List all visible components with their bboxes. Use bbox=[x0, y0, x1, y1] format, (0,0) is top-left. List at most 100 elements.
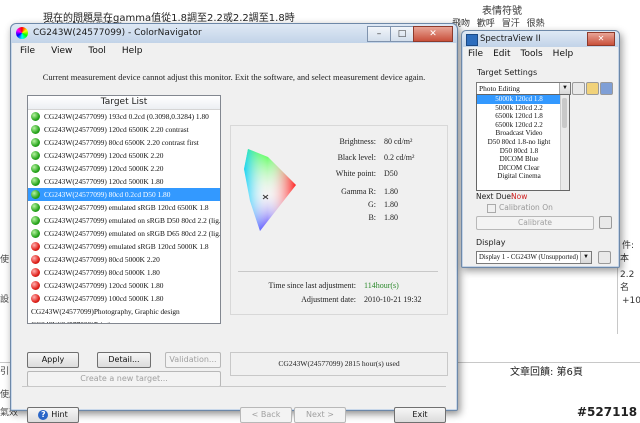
dropdown-item[interactable]: 5000k 120cd 2.2 bbox=[477, 104, 561, 113]
calibration-on-checkbox[interactable]: Calibration On bbox=[487, 203, 553, 213]
target-list-item[interactable]: CG243W(24577099) 193cd 0.2cd (0.3098,0.3… bbox=[28, 110, 220, 123]
back-button[interactable]: < Back bbox=[240, 407, 292, 423]
status-ok-icon bbox=[31, 203, 40, 212]
detail-button[interactable]: Detail... bbox=[97, 352, 151, 368]
sv-menu-help[interactable]: Help bbox=[548, 49, 579, 59]
chevron-down-icon[interactable]: ▼ bbox=[580, 252, 591, 263]
target-dropdown-list[interactable]: 5000k 120cd 1.8 5000k 120cd 2.2 6500k 120c… bbox=[476, 94, 570, 191]
dropdown-item[interactable]: D50 80cd 1.8-no light bbox=[477, 138, 561, 147]
target-list-item[interactable]: CG243W(24577099) emulated sRGB 120cd 650… bbox=[28, 201, 220, 214]
target-list-item[interactable]: CG243W(24577099) 100cd 5000K 1.80 bbox=[28, 292, 220, 305]
dropdown-item[interactable]: D50 80cd 1.8 bbox=[477, 147, 561, 156]
target-list-item[interactable]: CG243W(24577099) 120cd 5000K 1.80 bbox=[28, 175, 220, 188]
target-list-item[interactable]: CG243W(24577099) 120cd 5000K 2.20 bbox=[28, 162, 220, 175]
sv-close-button[interactable]: ✕ bbox=[587, 32, 615, 46]
display-value: Display 1 - CG243W (Unsupported) bbox=[479, 254, 579, 261]
validation-button[interactable]: Validation... bbox=[165, 352, 221, 368]
status-error-icon bbox=[31, 268, 40, 277]
display-combo[interactable]: Display 1 - CG243W (Unsupported) ▼ bbox=[476, 251, 592, 264]
hint-button[interactable]: ? Hint bbox=[27, 407, 79, 423]
dropdown-item[interactable]: DICOM Clear bbox=[477, 164, 561, 173]
adjustment-date-value: 2010-10-21 19:32 bbox=[364, 295, 422, 304]
sv-menu-tools[interactable]: Tools bbox=[516, 49, 548, 59]
brightness-value: 80 cd/m² bbox=[384, 137, 413, 146]
chapter-feedback: 文章回饋: 第6頁 bbox=[510, 367, 583, 378]
status-ok-icon bbox=[31, 125, 40, 134]
checkbox-box[interactable] bbox=[487, 203, 496, 213]
target-list-item-label: CG243W(24577099) emulated sRGB 120cd 650… bbox=[44, 203, 209, 212]
calibrate-settings-icon[interactable] bbox=[599, 216, 612, 229]
target-list-item[interactable]: CG243W(24577099)Photography, Graphic des… bbox=[28, 305, 220, 318]
target-list-item[interactable]: CG243W(24577099) 120cd 6500K 2.20 bbox=[28, 149, 220, 162]
dropdown-scroll-thumb[interactable] bbox=[562, 98, 567, 128]
target-list-item[interactable]: CG243W(24577099)Printing bbox=[28, 318, 220, 323]
status-ok-icon bbox=[31, 190, 40, 199]
display-label: Display bbox=[476, 238, 506, 247]
apply-button[interactable]: Apply bbox=[27, 352, 79, 368]
hint-label: Hint bbox=[51, 410, 68, 419]
menu-help[interactable]: Help bbox=[114, 46, 151, 56]
dropdown-item[interactable]: 5000k 120cd 1.8 bbox=[477, 95, 561, 104]
sv-menu-file[interactable]: File bbox=[463, 49, 488, 59]
target-list[interactable]: Target List CG243W(24577099) 193cd 0.2cd… bbox=[27, 95, 221, 324]
app-icon bbox=[16, 27, 28, 39]
menu-tool[interactable]: Tool bbox=[80, 46, 113, 56]
open-folder-icon[interactable] bbox=[586, 82, 599, 95]
status-ok-icon bbox=[31, 216, 40, 225]
maximize-button[interactable]: □ bbox=[390, 26, 414, 42]
title-bar[interactable]: CG243W(24577099) - ColorNavigator – □ ✕ bbox=[11, 24, 457, 43]
time-since-value: 114hour(s) bbox=[364, 281, 399, 290]
create-target-button[interactable]: Create a new target... bbox=[27, 371, 221, 387]
white-point-label: White point: bbox=[335, 169, 376, 178]
target-list-item[interactable]: CG243W(24577099) emulated sRGB 120cd 500… bbox=[28, 240, 220, 253]
sv-title-bar[interactable]: SpectraView II ✕ bbox=[462, 31, 619, 47]
target-list-item[interactable]: CG243W(24577099) 80cd 0.2cd D50 1.80 bbox=[28, 188, 220, 201]
dropdown-item[interactable]: 6500k 120cd 2.2 bbox=[477, 121, 561, 130]
exit-button[interactable]: Exit bbox=[394, 407, 446, 423]
next-button[interactable]: Next > bbox=[294, 407, 346, 423]
status-ok-icon bbox=[31, 229, 40, 238]
target-list-item[interactable]: CG243W(24577099) emulated on sRGB D50 80… bbox=[28, 214, 220, 227]
calibrate-button[interactable]: Calibrate bbox=[476, 216, 594, 230]
target-list-item-label: CG243W(24577099) 120cd 5000K 2.20 bbox=[44, 164, 164, 173]
colornavigator-window: CG243W(24577099) - ColorNavigator – □ ✕ … bbox=[10, 23, 458, 423]
target-list-item[interactable]: CG243W(24577099) 120cd 6500K 2.20 contra… bbox=[28, 123, 220, 136]
status-ok-icon bbox=[31, 164, 40, 173]
edit-target-icon[interactable] bbox=[572, 82, 585, 95]
time-since-label: Time since last adjustment: bbox=[268, 281, 356, 290]
forum-fragment: 使 bbox=[0, 255, 10, 265]
gamma-r-value: 1.80 bbox=[384, 187, 398, 196]
chevron-down-icon[interactable]: ▼ bbox=[559, 83, 570, 94]
target-list-item[interactable]: CG243W(24577099) 80cd 5000K 2.20 bbox=[28, 253, 220, 266]
gamma-b-label: B: bbox=[368, 213, 376, 222]
dropdown-scrollbar[interactable] bbox=[560, 95, 569, 190]
target-list-item-label: CG243W(24577099)Photography, Graphic des… bbox=[31, 307, 180, 316]
target-list-item-label: CG243W(24577099) emulated sRGB 120cd 500… bbox=[44, 242, 209, 251]
target-list-item[interactable]: CG243W(24577099) 80cd 6500K 2.20 contras… bbox=[28, 136, 220, 149]
emoticon-links[interactable]: 飛吻 歡呼 冒汗 很熱 bbox=[452, 16, 545, 29]
dropdown-item[interactable]: DICOM Blue bbox=[477, 155, 561, 164]
emoticon-header: 表情符號 bbox=[482, 6, 522, 17]
dropdown-item[interactable]: Broadcast Video bbox=[477, 129, 561, 138]
display-settings-icon[interactable] bbox=[598, 251, 611, 264]
target-list-item-label: CG243W(24577099) 80cd 5000K 1.80 bbox=[44, 268, 160, 277]
dropdown-item[interactable]: Digital Cinema bbox=[477, 172, 561, 181]
sv-menu-edit[interactable]: Edit bbox=[488, 49, 515, 59]
minimize-button[interactable]: – bbox=[367, 26, 391, 42]
target-list-item-label: CG243W(24577099) 193cd 0.2cd (0.3098,0.3… bbox=[44, 112, 209, 121]
target-list-item[interactable]: CG243W(24577099) emulated on sRGB D65 80… bbox=[28, 227, 220, 240]
menu-view[interactable]: View bbox=[43, 46, 80, 56]
dropdown-item[interactable]: 6500k 120cd 1.8 bbox=[477, 112, 561, 121]
window-controls: – □ ✕ bbox=[367, 26, 453, 42]
target-list-item[interactable]: CG243W(24577099) 80cd 5000K 1.80 bbox=[28, 266, 220, 279]
menu-file[interactable]: File bbox=[12, 46, 43, 56]
status-ok-icon bbox=[31, 177, 40, 186]
save-icon[interactable] bbox=[600, 82, 613, 95]
target-list-item[interactable]: CG243W(24577099) 120cd 5000K 1.80 bbox=[28, 279, 220, 292]
target-list-item-label: CG243W(24577099) 120cd 6500K 2.20 bbox=[44, 151, 164, 160]
sv-body: Target Settings Photo Editing ▼ 5000k 12… bbox=[463, 61, 618, 266]
target-list-item-label: CG243W(24577099) emulated on sRGB D50 80… bbox=[44, 216, 221, 225]
spectraview-window: SpectraView II ✕ File Edit Tools Help Ta… bbox=[461, 30, 620, 268]
target-list-item-label: CG243W(24577099)Printing bbox=[31, 318, 118, 323]
close-button[interactable]: ✕ bbox=[413, 26, 453, 42]
